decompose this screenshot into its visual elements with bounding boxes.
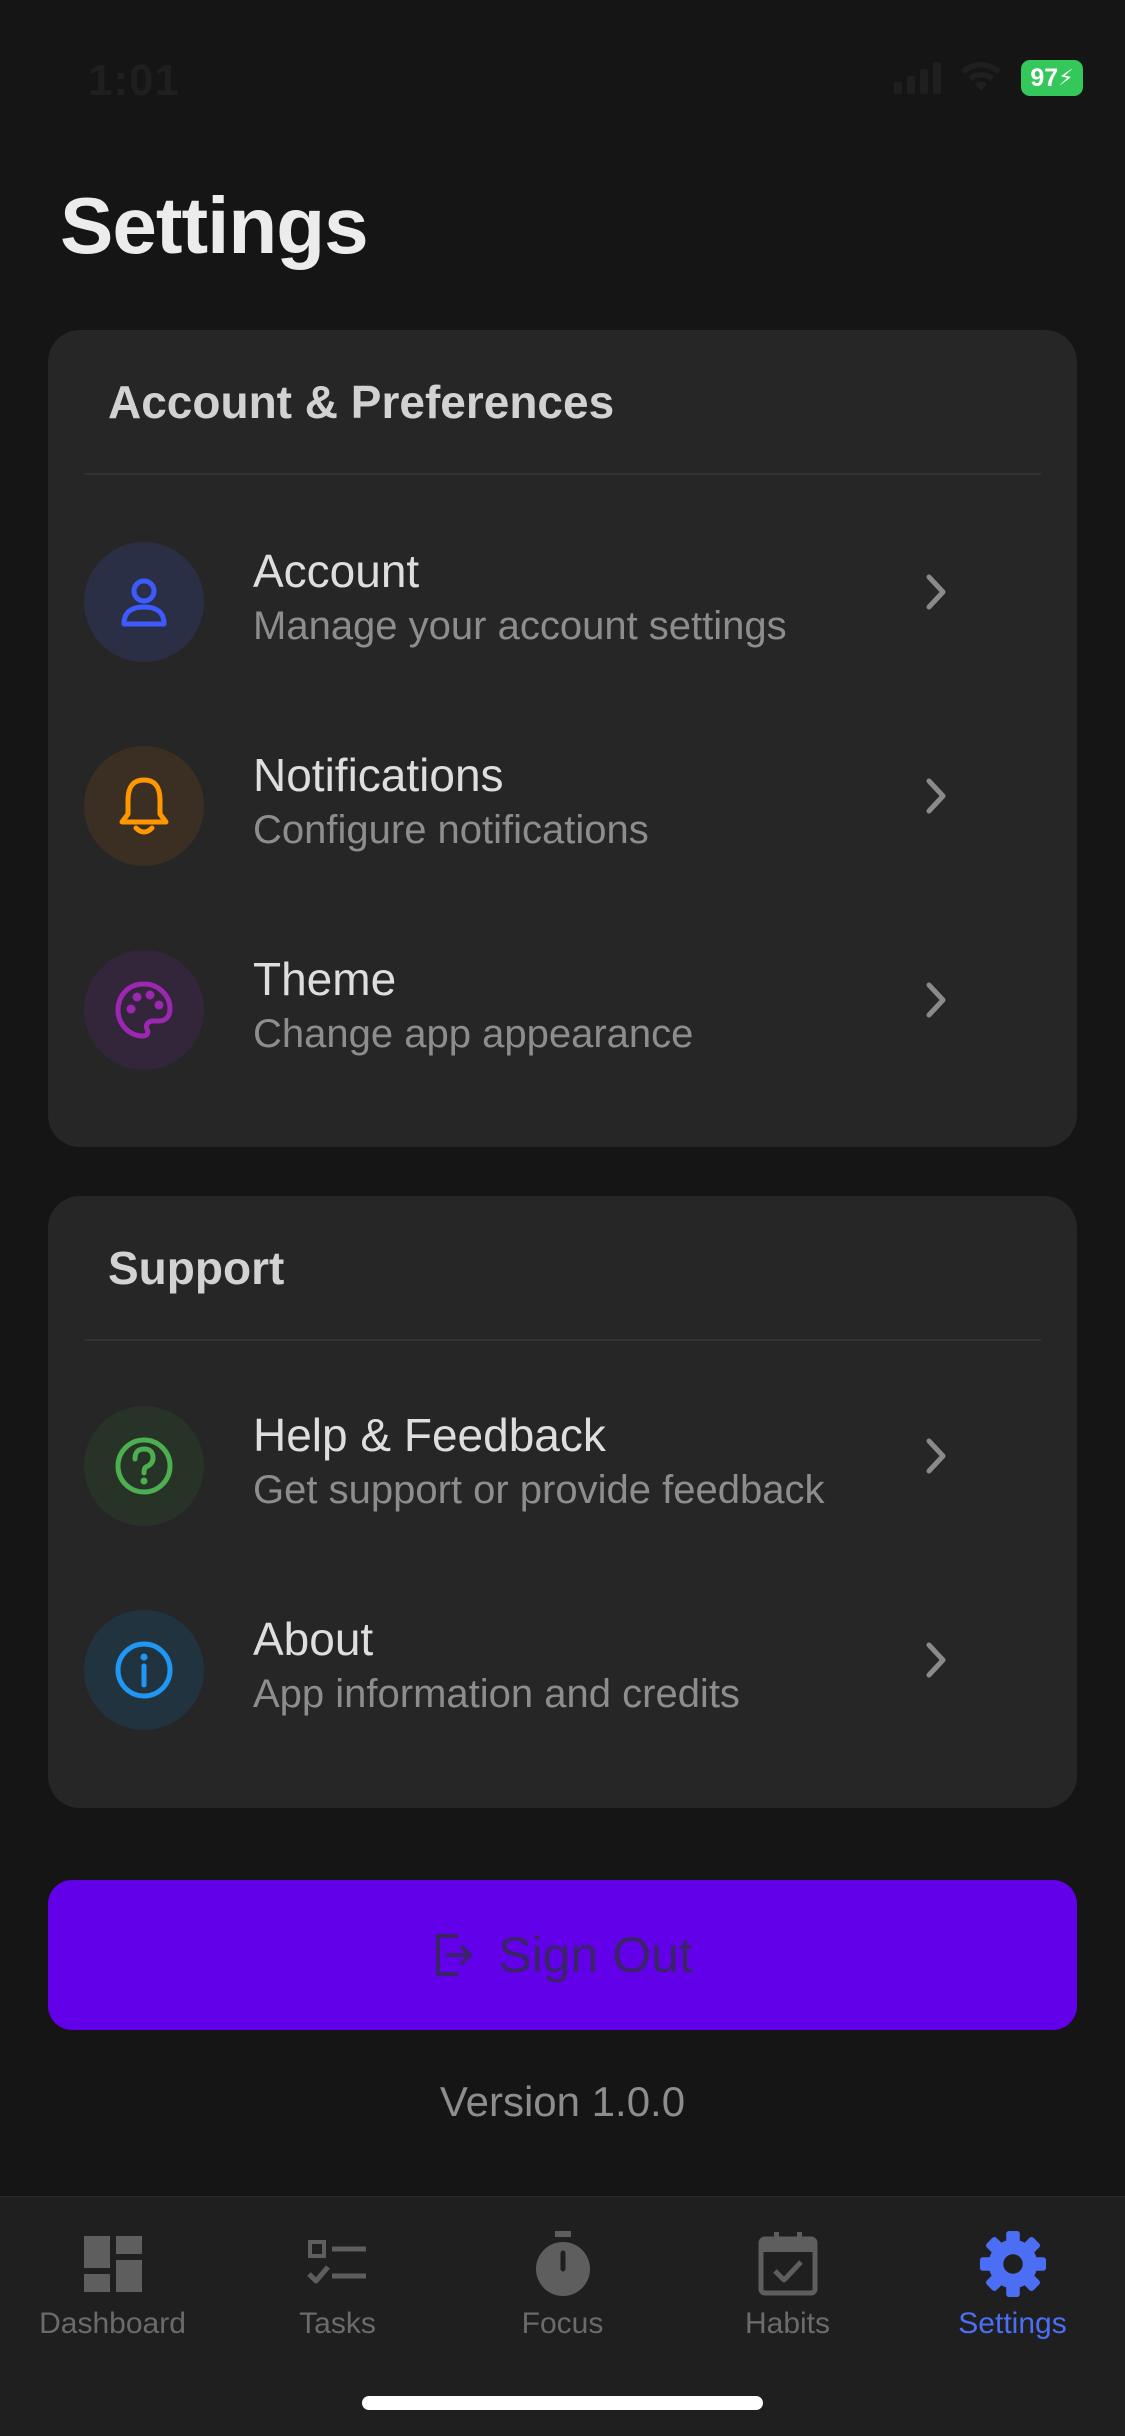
gear-icon	[978, 2229, 1048, 2299]
tab-label: Tasks	[299, 2307, 376, 2340]
timer-icon	[528, 2229, 598, 2299]
section-header: Account & Preferences	[84, 330, 1041, 475]
section-title: Support	[108, 1241, 285, 1294]
item-title: Notifications	[253, 749, 504, 801]
settings-item-help-feedback[interactable]: Help & Feedback Get support or provide f…	[48, 1386, 1077, 1546]
item-subtitle: Change app appearance	[253, 1012, 694, 1056]
chevron-right-icon	[926, 982, 946, 1018]
settings-item-theme[interactable]: Theme Change app appearance	[48, 930, 1077, 1090]
tab-settings[interactable]: Settings	[900, 2229, 1125, 2359]
theme-icon-circle	[84, 950, 204, 1070]
item-title: About	[253, 1613, 374, 1665]
item-title: Account	[253, 545, 420, 597]
section-title: Account & Preferences	[108, 375, 615, 428]
dashboard-icon	[78, 2229, 148, 2299]
settings-item-notifications[interactable]: Notifications Configure notifications	[48, 726, 1077, 886]
palette-icon	[115, 981, 173, 1039]
tab-label: Settings	[958, 2307, 1067, 2340]
bell-icon	[119, 777, 169, 835]
tab-label: Focus	[521, 2307, 604, 2340]
tab-dashboard[interactable]: Dashboard	[0, 2229, 225, 2359]
person-icon	[121, 578, 167, 627]
item-title: Help & Feedback	[253, 1409, 606, 1461]
status-bar: 1:01 97 ⚡	[0, 0, 1125, 150]
tab-tasks[interactable]: Tasks	[225, 2229, 450, 2359]
status-time: 1:01	[88, 56, 181, 105]
support-card: Support Help & Feedback Get support or p…	[48, 1196, 1077, 1808]
about-icon-circle	[84, 1610, 204, 1730]
chevron-right-icon	[926, 1642, 946, 1678]
info-icon	[115, 1641, 173, 1699]
sign-out-button[interactable]: Sign Out	[48, 1880, 1077, 2030]
chevron-right-icon	[926, 574, 946, 610]
wifi-icon	[961, 62, 1001, 91]
version-text: Version 1.0.0	[439, 2078, 686, 2125]
chevron-right-icon	[926, 1438, 946, 1474]
item-title: Theme	[253, 953, 397, 1005]
item-subtitle: Get support or provide feedback	[253, 1468, 825, 1512]
chevron-right-icon	[926, 778, 946, 814]
item-subtitle: Configure notifications	[253, 808, 649, 852]
account-preferences-card: Account & Preferences Account Manage you…	[48, 330, 1077, 1147]
account-icon-circle	[84, 542, 204, 662]
signal-icon	[894, 62, 941, 94]
tab-focus[interactable]: Focus	[450, 2229, 675, 2359]
logout-icon	[436, 1934, 473, 1976]
settings-item-about[interactable]: About App information and credits	[48, 1590, 1077, 1750]
question-icon	[115, 1437, 173, 1495]
settings-item-account[interactable]: Account Manage your account settings	[48, 522, 1077, 682]
home-indicator[interactable]	[362, 2396, 763, 2410]
notifications-icon-circle	[84, 746, 204, 866]
item-subtitle: App information and credits	[253, 1672, 740, 1716]
sign-out-label: Sign Out	[498, 1927, 693, 1983]
status-icons: 97 ⚡	[894, 60, 1083, 96]
page-title: Settings	[60, 181, 369, 270]
settings-screen: 1:01 97⚡ Settings Account & Preferences	[0, 0, 1125, 2436]
tasks-icon	[303, 2229, 373, 2299]
tab-label: Habits	[744, 2307, 831, 2340]
tab-label: Dashboard	[39, 2307, 186, 2340]
tab-habits[interactable]: Habits	[675, 2229, 900, 2359]
section-header: Support	[84, 1196, 1041, 1341]
help-icon-circle	[84, 1406, 204, 1526]
item-subtitle: Manage your account settings	[253, 604, 787, 648]
battery-icon: 97 ⚡	[1021, 60, 1083, 96]
battery-level: 97	[1030, 63, 1059, 92]
calendar-check-icon	[753, 2229, 823, 2299]
